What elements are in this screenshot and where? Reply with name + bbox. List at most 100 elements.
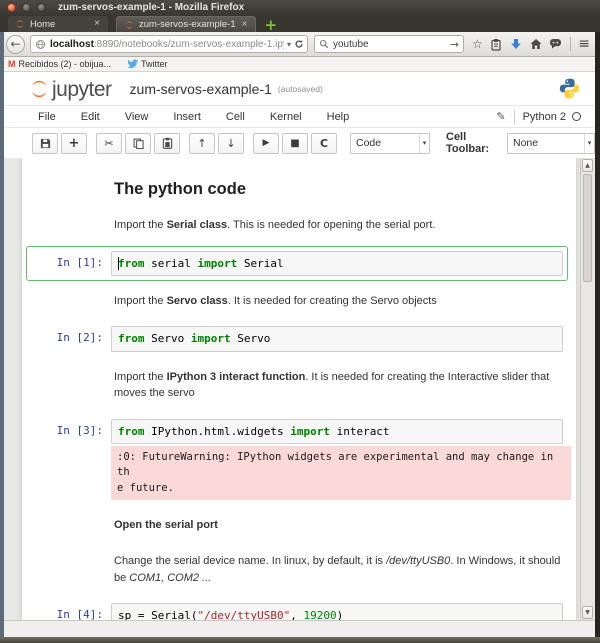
scroll-down-button[interactable]: ▼ xyxy=(582,606,593,619)
markdown-paragraph: Open the serial port xyxy=(114,517,566,534)
url-bar[interactable]: localhost:8890/notebooks/zum-servos-exam… xyxy=(30,35,308,53)
save-button[interactable] xyxy=(32,133,58,154)
bookmark-star-icon[interactable]: ☆ xyxy=(472,38,483,50)
run-cell-button[interactable]: ▶ xyxy=(253,133,279,154)
window-minimize-button[interactable] xyxy=(22,3,31,12)
move-cell-up-button[interactable]: ↑ xyxy=(189,133,215,154)
menu-file[interactable]: File xyxy=(38,111,56,123)
markdown-body: Import the IPython 3 interact function. … xyxy=(114,364,568,407)
new-tab-button[interactable]: + xyxy=(264,18,277,32)
markdown-cell[interactable]: Import the Serial class. This is needed … xyxy=(26,207,568,244)
url-host: localhost xyxy=(50,39,94,50)
cell-toolbar-select[interactable]: None ▾ xyxy=(507,133,595,154)
code-input-row: In [2]:from Servo import Servo xyxy=(31,326,563,351)
home-icon[interactable] xyxy=(530,38,542,50)
stderr-output: :0: FutureWarning: IPython widgets are e… xyxy=(111,446,571,500)
markdown-cell[interactable]: Open the serial port xyxy=(26,507,568,544)
site-globe-icon xyxy=(35,39,46,50)
kernel-idle-icon xyxy=(572,112,581,121)
code-input[interactable]: sp = Serial("/dev/ttyUSB0", 19200) xyxy=(111,603,563,620)
code-cell[interactable]: In [1]:from serial import Serial xyxy=(26,246,568,281)
menu-edit[interactable]: Edit xyxy=(81,111,100,123)
downloads-icon[interactable] xyxy=(510,38,522,50)
markdown-cell[interactable]: Import the Servo class. It is needed for… xyxy=(26,283,568,320)
menu-view[interactable]: View xyxy=(125,111,149,123)
menu-kernel[interactable]: Kernel xyxy=(270,111,302,123)
window-close-button[interactable] xyxy=(7,3,16,12)
nav-actions: ☆ ≡ xyxy=(472,37,590,51)
scrollbar-thumb[interactable] xyxy=(583,174,592,282)
markdown-body: Import the Serial class. This is needed … xyxy=(114,212,568,239)
bookmark-gmail[interactable]: M Recibidos (2) - obijua... xyxy=(8,59,111,69)
window-frame-right xyxy=(595,32,600,637)
bookmarks-menu-icon[interactable] xyxy=(490,38,502,51)
notebook-title[interactable]: zum-servos-example-1 xyxy=(130,81,272,97)
window-frame-left xyxy=(0,32,4,637)
url-dropdown-icon[interactable]: ▾ xyxy=(284,40,294,49)
add-cell-button[interactable]: + xyxy=(61,133,87,154)
cell-type-value: Code xyxy=(356,137,381,149)
jupyter-favicon xyxy=(124,20,134,30)
restart-kernel-button[interactable]: C xyxy=(311,133,337,154)
jupyter-logo[interactable]: jupyter xyxy=(28,78,112,100)
window-bottom-strip xyxy=(4,620,595,637)
copy-cell-button[interactable] xyxy=(125,133,151,154)
window-maximize-button[interactable] xyxy=(37,3,46,12)
code-cell[interactable]: In [2]:from Servo import Servo xyxy=(26,321,568,356)
input-prompt: In [2]: xyxy=(31,326,111,344)
code-input-row: In [4]:sp = Serial("/dev/ttyUSB0", 19200… xyxy=(31,603,563,620)
input-prompt: In [3]: xyxy=(31,419,111,437)
scroll-up-button[interactable]: ▲ xyxy=(582,159,593,172)
code-cell[interactable]: In [4]:sp = Serial("/dev/ttyUSB0", 19200… xyxy=(26,598,568,620)
search-input[interactable]: youtube xyxy=(333,39,450,50)
navigation-toolbar: ← localhost:8890/notebooks/zum-servos-ex… xyxy=(0,32,600,57)
input-prompt: In [1]: xyxy=(31,251,111,269)
menu-help[interactable]: Help xyxy=(327,111,350,123)
notebook-toolbar: + ✂ ↑ ↓ ▶ ■ C Code ▾ Cell Toolbar: None xyxy=(4,128,595,158)
interrupt-kernel-button[interactable]: ■ xyxy=(282,133,308,154)
jupyter-logo-icon xyxy=(28,78,50,100)
tab-home[interactable]: Home × xyxy=(8,16,108,32)
window-frame-bottom xyxy=(0,637,600,643)
bookmark-label: Recibidos (2) - obijua... xyxy=(19,59,112,69)
code-input[interactable]: from IPython.html.widgets import interac… xyxy=(111,419,563,444)
section-heading: The python code xyxy=(114,180,568,199)
cell-toolbar-value: None xyxy=(513,137,538,149)
tab-notebook[interactable]: zum-servos-example-1 × xyxy=(116,16,256,32)
menu-insert[interactable]: Insert xyxy=(173,111,201,123)
divider xyxy=(514,110,515,124)
code-input[interactable]: from serial import Serial xyxy=(111,251,563,276)
cut-cell-button[interactable]: ✂ xyxy=(96,133,122,154)
browser-content: jupyter zum-servos-example-1 (autosaved)… xyxy=(4,72,595,637)
tab-close-icon[interactable]: × xyxy=(93,19,101,29)
markdown-cell[interactable]: Change the serial device name. In linux,… xyxy=(26,543,568,596)
jupyter-brand-text: jupyter xyxy=(52,80,112,100)
move-cell-down-button[interactable]: ↓ xyxy=(218,133,244,154)
bookmark-twitter[interactable]: Twitter xyxy=(127,59,168,69)
cell-type-select[interactable]: Code ▾ xyxy=(350,133,430,154)
select-caret-icon: ▾ xyxy=(419,134,429,153)
search-go-icon[interactable]: → xyxy=(450,38,459,51)
menu-icon[interactable]: ≡ xyxy=(578,37,590,51)
url-text: localhost:8890/notebooks/zum-servos-exam… xyxy=(50,39,284,50)
code-input[interactable]: from Servo import Servo xyxy=(111,326,563,351)
scrollbar[interactable]: ▲ ▼ xyxy=(580,158,594,620)
menu-cell[interactable]: Cell xyxy=(226,111,245,123)
python-logo-icon xyxy=(558,77,581,100)
reload-icon[interactable] xyxy=(294,39,304,49)
search-bar[interactable]: youtube → xyxy=(314,35,464,53)
tab-close-icon[interactable]: × xyxy=(241,20,249,30)
kernel-name: Python 2 xyxy=(523,111,566,123)
notebook-scroll-area[interactable]: The python code Import the Serial class. … xyxy=(4,158,595,620)
jupyter-favicon xyxy=(15,19,25,29)
paste-icon xyxy=(162,137,173,149)
input-prompt: In [4]: xyxy=(31,603,111,620)
markdown-body: Import the Servo class. It is needed for… xyxy=(114,288,568,315)
back-button[interactable]: ← xyxy=(6,35,25,54)
hello-chat-icon[interactable] xyxy=(549,38,562,50)
markdown-cell[interactable]: The python code xyxy=(26,168,568,207)
paste-cell-button[interactable] xyxy=(154,133,180,154)
code-cell[interactable]: In [3]:from IPython.html.widgets import … xyxy=(26,414,568,505)
markdown-cell[interactable]: Import the IPython 3 interact function. … xyxy=(26,359,568,412)
markdown-paragraph: Import the Servo class. It is needed for… xyxy=(114,293,566,310)
